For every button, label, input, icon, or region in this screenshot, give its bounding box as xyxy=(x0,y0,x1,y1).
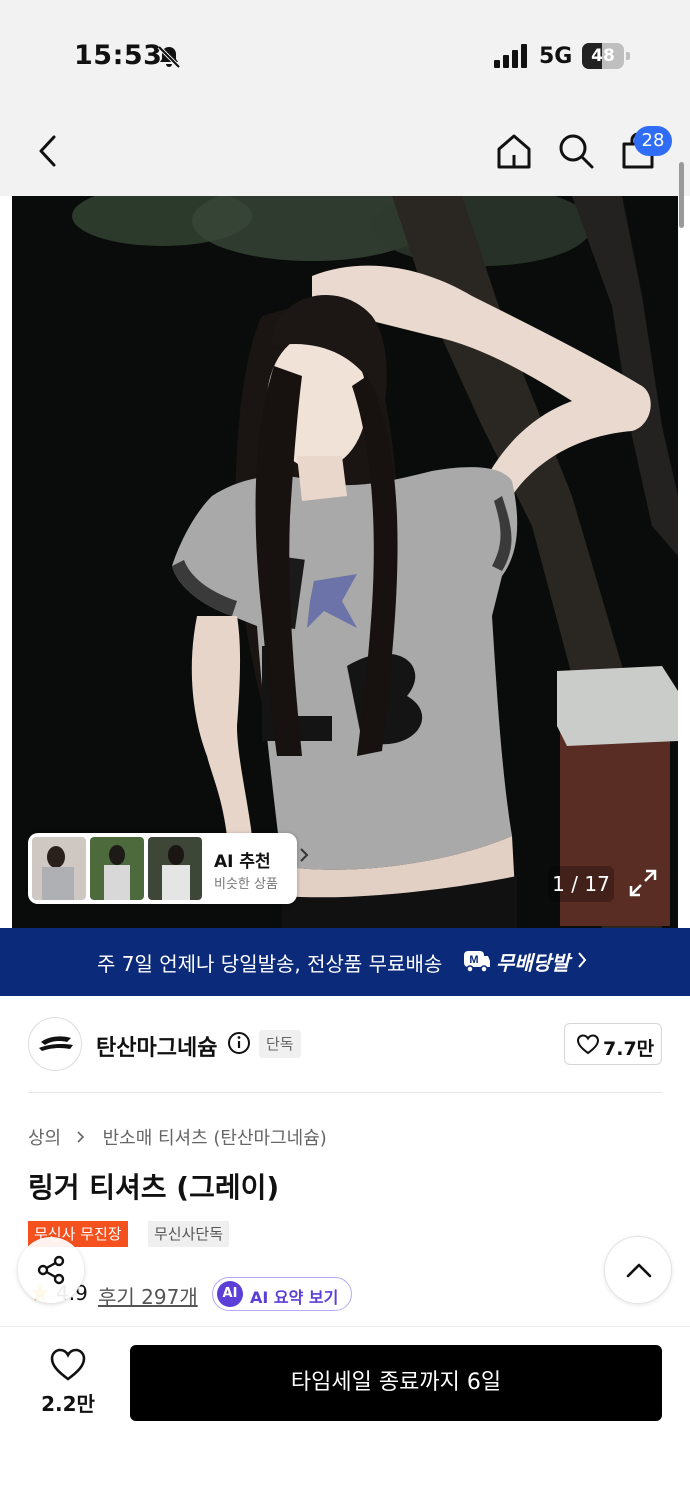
ai-summary-label: AI 요약 보기 xyxy=(250,1288,339,1307)
chevron-right-icon xyxy=(300,848,309,862)
ai-thumb-3[interactable] xyxy=(148,837,202,900)
chevron-right-icon xyxy=(578,952,587,968)
ai-recommend-title: AI 추천 xyxy=(214,852,271,872)
home-icon[interactable] xyxy=(494,131,534,171)
chevron-up-icon xyxy=(626,1263,652,1278)
heart-icon[interactable] xyxy=(50,1348,86,1382)
ai-recommend-subtitle: 비슷한 상품 xyxy=(214,877,278,892)
brand-name[interactable]: 탄산마그네슘 xyxy=(96,1030,217,1062)
share-button[interactable] xyxy=(18,1237,84,1303)
status-bar: 15:53 5G 48 xyxy=(0,0,690,100)
search-icon[interactable] xyxy=(556,131,596,171)
bell-off-icon xyxy=(157,45,181,69)
badge-musinsa-exclusive: 무신사단독 xyxy=(148,1221,230,1247)
buy-button[interactable]: 타임세일 종료까지 6일 xyxy=(130,1345,662,1421)
expand-icon[interactable] xyxy=(627,867,659,899)
battery-level: 48 xyxy=(591,46,615,66)
back-icon[interactable] xyxy=(28,131,68,171)
info-icon[interactable] xyxy=(227,1031,251,1055)
review-link[interactable]: 후기 297개 xyxy=(98,1281,198,1310)
svg-text:M: M xyxy=(469,954,478,966)
brand-like-button[interactable]: 7.7만 xyxy=(564,1023,662,1065)
divider xyxy=(28,1092,662,1093)
ai-thumb-2[interactable] xyxy=(90,837,144,900)
shipping-brand: 무배당발 xyxy=(496,951,570,975)
product-image[interactable] xyxy=(12,196,678,928)
cart-count-badge: 28 xyxy=(634,126,672,156)
brand-logo[interactable] xyxy=(28,1017,82,1071)
signal-icon xyxy=(494,44,527,68)
scroll-top-button[interactable] xyxy=(604,1236,672,1304)
ai-recommend-card[interactable]: AI 추천 비슷한 상품 xyxy=(28,833,309,904)
ai-thumb-1[interactable] xyxy=(32,837,86,900)
breadcrumb: 상의 반소매 티셔츠 (탄산마그네슘) xyxy=(28,1124,327,1150)
breadcrumb-category[interactable]: 상의 xyxy=(28,1128,61,1149)
network-type: 5G xyxy=(539,44,573,69)
product-title: 링거 티셔츠 (그레이) xyxy=(28,1171,280,1204)
ai-summary-button[interactable]: AI AI 요약 보기 xyxy=(212,1277,352,1311)
image-counter: 1 / 17 xyxy=(548,866,614,902)
chevron-right-icon xyxy=(77,1131,84,1143)
breadcrumb-subcategory[interactable]: 반소매 티셔츠 (탄산마그네슘) xyxy=(103,1128,327,1149)
status-time: 15:53 xyxy=(74,40,163,71)
app-header xyxy=(0,100,690,196)
brand-like-count: 7.7만 xyxy=(603,1038,655,1060)
wish-count: 2.2만 xyxy=(41,1392,95,1416)
product-photo xyxy=(12,196,678,928)
brand-exclusive-tag: 단독 xyxy=(259,1030,301,1058)
shipping-banner[interactable]: 주 7일 언제나 당일발송, 전상품 무료배송 M 무배당발 xyxy=(0,928,690,996)
battery-icon: 48 xyxy=(582,43,630,69)
shipping-text: 주 7일 언제나 당일발송, 전상품 무료배송 xyxy=(97,952,443,976)
ai-badge-icon: AI xyxy=(217,1281,243,1307)
heart-icon xyxy=(577,1034,599,1055)
scrollbar[interactable] xyxy=(679,162,684,228)
share-icon xyxy=(37,1255,65,1285)
delivery-truck-icon: M xyxy=(464,951,490,973)
